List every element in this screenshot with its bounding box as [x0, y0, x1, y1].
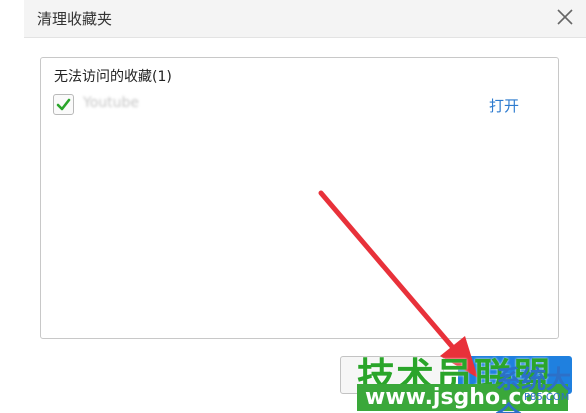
list-item: Youtube 打开 [53, 92, 547, 116]
watermark-right: 系统大全 [496, 365, 572, 413]
checkmark-icon [56, 98, 71, 111]
close-icon [557, 9, 573, 25]
clean-favorites-dialog: 清理收藏夹 无法访问的收藏(1) Youtube 打开 技术员联盟 www.js… [0, 0, 586, 413]
open-link[interactable]: 打开 [489, 95, 519, 116]
watermark-small: P85.COM [524, 392, 570, 403]
section-header: 无法访问的收藏(1) [54, 69, 172, 85]
close-button[interactable] [552, 4, 578, 30]
item-checkbox[interactable] [53, 94, 74, 115]
item-name: Youtube [83, 95, 139, 111]
dialog-titlebar: 清理收藏夹 [24, 0, 586, 38]
dialog-title: 清理收藏夹 [37, 10, 113, 28]
unreachable-favorites-panel: 无法访问的收藏(1) Youtube 打开 [40, 57, 559, 339]
